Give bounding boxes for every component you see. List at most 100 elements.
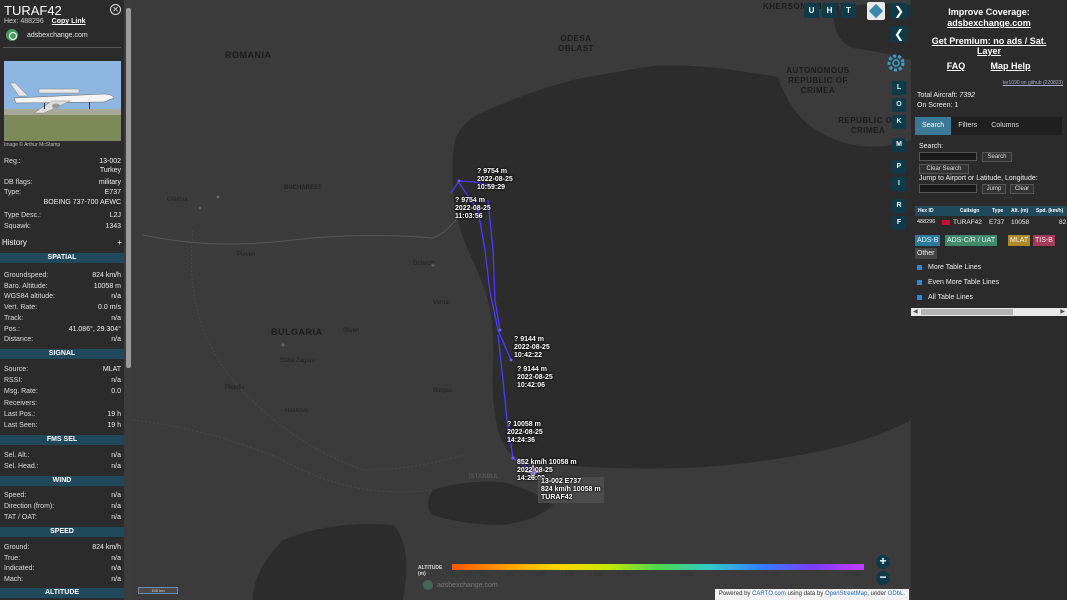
checkbox-icon[interactable] <box>917 280 922 285</box>
type-value: E737 <box>104 189 121 196</box>
copy-link[interactable]: Copy Link <box>52 18 86 25</box>
left-panel-scrollbar[interactable] <box>124 0 133 600</box>
even-more-lines-checkbox[interactable]: Even More Table Lines <box>917 279 999 286</box>
city-label: Pleven <box>237 252 256 258</box>
checkbox-icon[interactable] <box>917 265 922 270</box>
tab-columns[interactable]: Columns <box>984 117 1026 135</box>
typedesc-label: Type Desc.: <box>4 212 41 219</box>
section-signal: SIGNAL <box>0 349 124 359</box>
section-fms: FMS SEL <box>0 435 124 445</box>
info-value: 0.0 m/s <box>98 304 121 312</box>
aircraft-photo[interactable] <box>4 61 121 141</box>
i-button[interactable]: I <box>892 177 906 191</box>
row-type: E737 <box>989 219 1005 226</box>
info-value: n/a <box>111 514 121 521</box>
layers-button[interactable] <box>867 2 885 20</box>
info-row: Msg. Rate: 0.0 <box>4 387 121 396</box>
column-header[interactable]: Alt. (m) <box>1011 206 1028 216</box>
h-button[interactable]: H <box>822 3 837 18</box>
on-screen-label: On Screen: <box>917 102 953 109</box>
info-value: 19 h <box>107 410 121 418</box>
column-header[interactable]: Callsign <box>960 206 979 216</box>
tab-search[interactable]: Search <box>915 117 952 135</box>
scroll-right-icon[interactable]: ▶ <box>1060 308 1065 315</box>
info-value: n/a <box>111 565 121 572</box>
info-value: n/a <box>111 503 121 510</box>
info-label: Baro. Altitude: <box>4 282 48 290</box>
history-expand-icon[interactable]: + <box>117 238 122 247</box>
zoom-out-button[interactable]: − <box>876 571 890 585</box>
tab-filters[interactable]: Filters <box>951 117 984 135</box>
premium-link[interactable]: Get Premium: no ads / Sat. Layer <box>911 36 1067 56</box>
source-row[interactable]: adsbexchange.com <box>6 29 88 41</box>
city-label: ISTANBUL <box>469 474 499 480</box>
close-icon[interactable]: ✕ <box>110 4 121 15</box>
altitude-tick: 6 000 <box>681 572 694 578</box>
odbl-link[interactable]: ODbL. <box>888 591 905 597</box>
track-label[interactable]: ? 10058 m 2022-08-25 14:24:36 <box>507 421 543 445</box>
version-link[interactable]: tar1090 on github (220823) <box>1003 80 1063 86</box>
more-lines-checkbox[interactable]: More Table Lines <box>917 264 981 271</box>
track-label[interactable]: ? 9144 m 2022-08-25 10:42:06 <box>517 366 553 390</box>
clear-button[interactable]: Clear <box>1010 184 1034 194</box>
improve-coverage-link[interactable]: adsbexchange.com <box>911 18 1067 28</box>
zoom-in-button[interactable]: + <box>876 555 890 569</box>
city-label: Craiova <box>167 197 188 203</box>
track-label-time: 10:42:06 <box>517 382 546 389</box>
info-label: Indicated: <box>4 565 35 572</box>
expand-right-button[interactable]: ❯ <box>891 3 907 19</box>
o-button[interactable]: O <box>892 98 906 112</box>
track-label-alt: ? 10058 m <box>507 421 541 428</box>
search-button[interactable]: Search <box>982 152 1012 162</box>
clear-search-button[interactable]: Clear Search <box>919 164 969 174</box>
source-site[interactable]: adsbexchange.com <box>27 32 88 39</box>
checkbox-label: All Table Lines <box>928 294 974 301</box>
map-canvas[interactable]: ROMANIA ODESA OBLAST AUTONOMOUS REPUBLIC… <box>133 0 911 600</box>
t-button[interactable]: T <box>841 3 856 18</box>
scroll-left-icon[interactable]: ◀ <box>913 308 918 315</box>
all-lines-checkbox[interactable]: All Table Lines <box>917 294 973 301</box>
region-label: BULGARIA <box>271 327 323 337</box>
map-help-link[interactable]: Map Help <box>973 61 1048 71</box>
aircraft-label[interactable]: 13-002 E737 824 km/h 10058 m TURAF42 <box>538 477 604 503</box>
typedesc-row: Type Desc.: L2J <box>4 211 121 220</box>
table-row[interactable]: 488296 TURAF42 E737 10058 82 <box>915 217 1067 228</box>
info-row: Receivers: <box>4 399 121 408</box>
info-label: Pos.: <box>4 325 20 333</box>
track-label[interactable]: ? 9754 m 2022-08-25 10:59:29 <box>477 168 513 192</box>
osm-link[interactable]: OpenStreetMap <box>825 591 867 597</box>
jump-input[interactable] <box>919 184 977 193</box>
aircraft-info-panel: TURAF42 ✕ Hex: 488296 Copy Link adsbexch… <box>0 0 133 600</box>
history-row[interactable]: History + <box>2 238 122 247</box>
checkbox-icon[interactable] <box>917 295 922 300</box>
k-button[interactable]: K <box>892 115 906 129</box>
dbflags-label: DB flags: <box>4 179 33 186</box>
scrollbar-thumb[interactable] <box>126 8 131 368</box>
layers-icon <box>868 3 884 19</box>
search-input[interactable] <box>919 152 977 161</box>
r-button[interactable]: R <box>892 199 906 213</box>
info-label: Sel. Head.: <box>4 463 39 470</box>
l-button[interactable]: L <box>892 81 906 95</box>
column-header[interactable]: Type <box>992 206 1003 216</box>
track-label[interactable]: ? 9754 m 2022-08-25 11:03:56 <box>455 197 491 221</box>
column-header[interactable]: Hex ID <box>918 206 934 216</box>
improve-coverage-label: Improve Coverage: <box>948 7 1030 17</box>
total-aircraft-value: 7392 <box>959 92 975 99</box>
m-button[interactable]: M <box>892 138 906 152</box>
info-row: Ground: 824 km/h <box>4 543 121 552</box>
type-label: Type: <box>4 189 22 196</box>
carto-link[interactable]: CARTO.com <box>752 591 786 597</box>
track-label[interactable]: ? 9144 m 2022-08-25 10:42:22 <box>514 336 550 360</box>
jump-button[interactable]: Jump <box>982 184 1006 194</box>
collapse-left-button[interactable]: ❮ <box>891 26 907 42</box>
u-button[interactable]: U <box>804 3 819 18</box>
p-button[interactable]: P <box>892 160 906 174</box>
track-label-date: 2022-08-25 <box>517 374 553 381</box>
table-horizontal-scrollbar[interactable]: ◀ ▶ <box>911 308 1067 316</box>
attribution-under: , under <box>867 591 886 597</box>
f-button[interactable]: F <box>892 216 906 230</box>
scrollbar-thumb[interactable] <box>921 309 1013 315</box>
settings-gear-icon[interactable] <box>885 52 907 74</box>
column-header[interactable]: Spd. (km/h) <box>1036 206 1063 216</box>
